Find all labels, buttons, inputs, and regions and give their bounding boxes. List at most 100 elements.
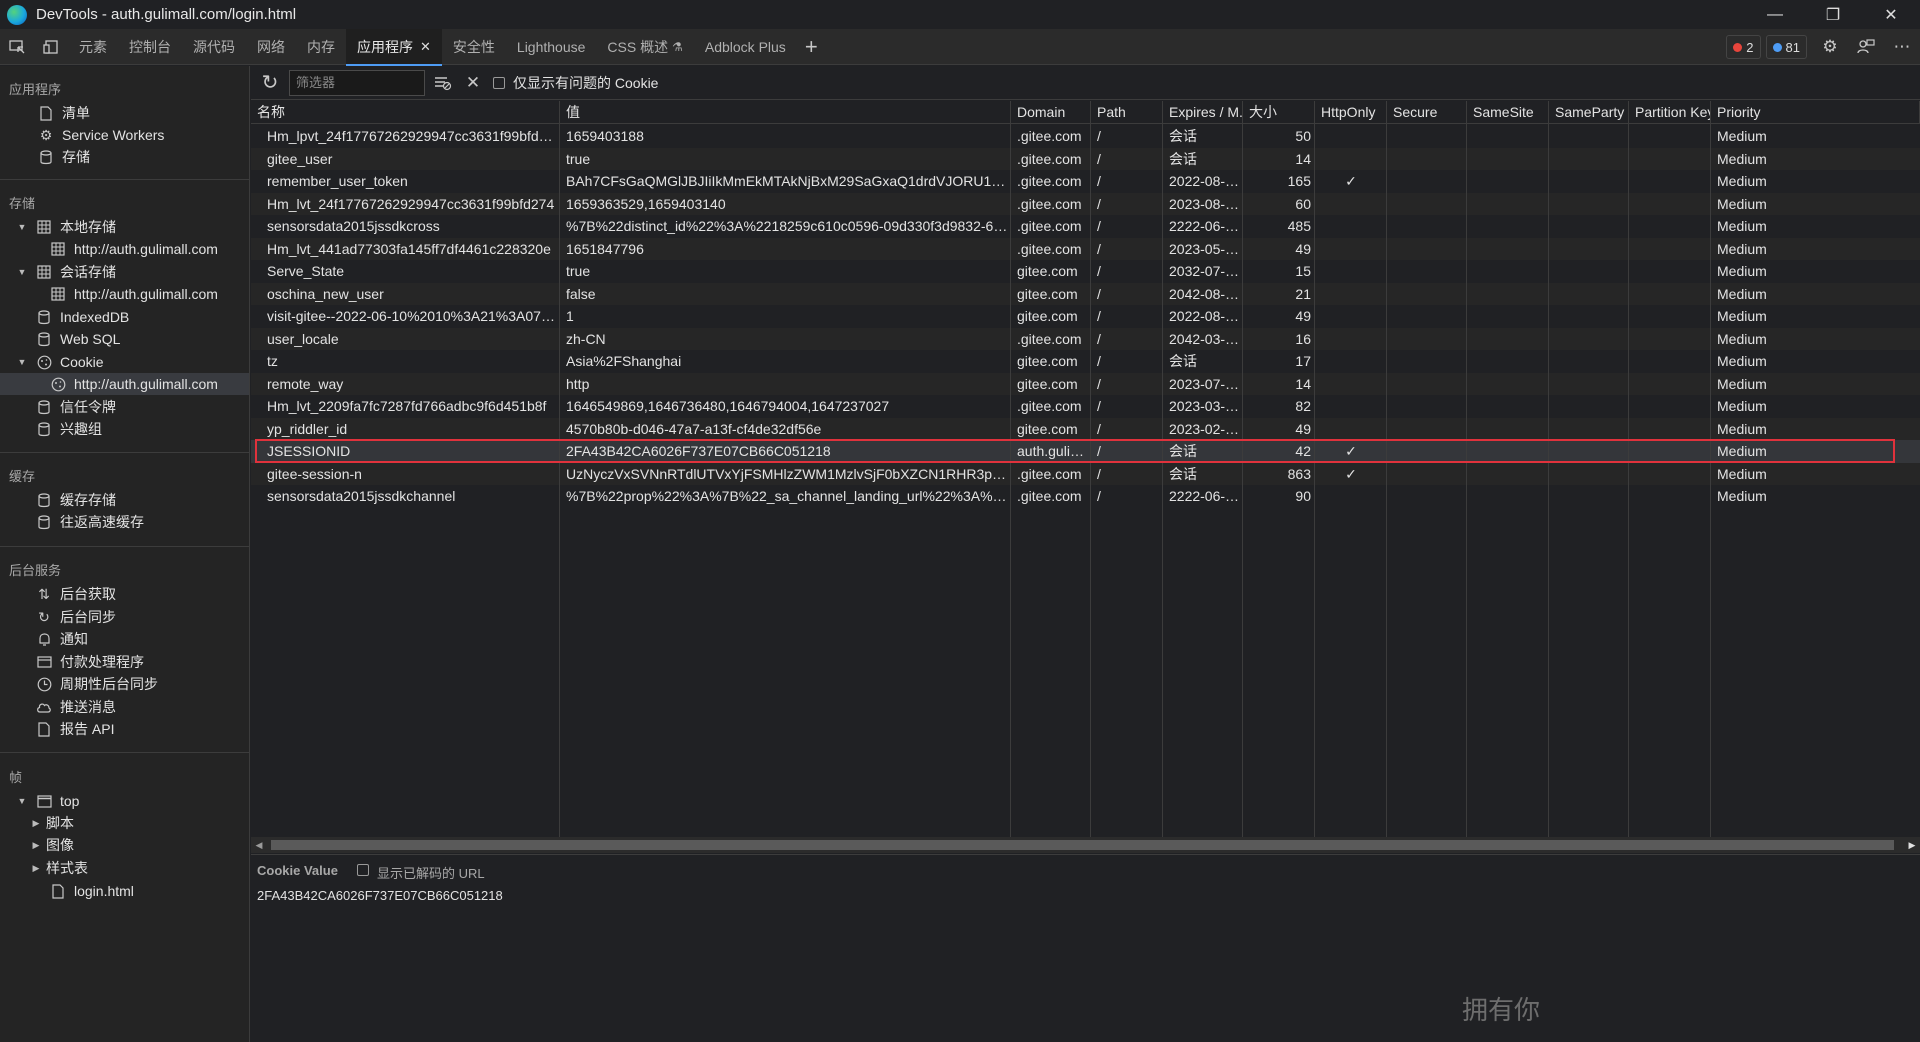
tab-adblock-plus[interactable]: Adblock Plus <box>694 29 797 65</box>
collapse-arrow-icon[interactable]: ▶ <box>30 840 42 851</box>
header-col-expires[interactable]: Expires / M... <box>1163 101 1243 124</box>
sidebar-item-local-storage-origin[interactable]: http://auth.gulimall.com <box>0 238 249 260</box>
sidebar-item-manifest[interactable]: 清单 <box>0 102 249 124</box>
sidebar-item-background-fetch[interactable]: ⇅ 后台获取 <box>0 583 249 605</box>
column-divider[interactable] <box>1548 101 1549 837</box>
table-row[interactable]: Serve_State true gitee.com / 2032-07-19... 15… <box>251 260 1920 283</box>
clear-filtered-cookies-icon[interactable] <box>425 66 461 100</box>
table-row[interactable]: Hm_lvt_24f17767262929947cc3631f99bfd274 1… <box>251 192 1920 215</box>
more-tabs-plus-icon[interactable]: + <box>805 34 818 60</box>
table-row[interactable]: yp_riddler_id 4570b80b-d046-47a7-a13f-cf4… <box>251 417 1920 440</box>
column-divider[interactable] <box>1162 101 1163 837</box>
show-decoded-url-checkbox[interactable] <box>357 864 369 876</box>
minimize-button[interactable]: — <box>1746 0 1804 29</box>
sidebar-item-cache-storage[interactable]: 缓存存储 <box>0 489 249 511</box>
sidebar-item-cookie-origin[interactable]: http://auth.gulimall.com <box>0 373 249 395</box>
header-col-samesite[interactable]: SameSite <box>1467 101 1549 124</box>
column-divider[interactable] <box>1466 101 1467 837</box>
expand-arrow-icon[interactable]: ▼ <box>16 222 28 232</box>
header-col-path[interactable]: Path <box>1091 101 1163 124</box>
cookie-value-text[interactable]: 2FA43B42CA6026F737E07CB66C051218 <box>257 888 503 903</box>
table-row[interactable]: remote_way http gitee.com / 2023-07-27... 14 M… <box>251 372 1920 395</box>
sidebar-item-background-sync[interactable]: ↻ 后台同步 <box>0 606 249 628</box>
sidebar-item-bfcache[interactable]: 往返高速缓存 <box>0 511 249 533</box>
column-divider[interactable] <box>1010 101 1011 837</box>
tab-application[interactable]: 应用程序 ✕ <box>346 28 442 66</box>
feedback-icon[interactable] <box>1848 29 1884 65</box>
sidebar-item-scripts[interactable]: ▶ 脚本 <box>0 812 249 834</box>
table-row[interactable]: tz Asia%2FShanghai gitee.com / 会话 17 Medium <box>251 350 1920 373</box>
expand-arrow-icon[interactable]: ▼ <box>16 357 28 367</box>
table-row[interactable]: remember_user_token BAh7CFsGaQMGlJBJIiIkM… <box>251 170 1920 193</box>
close-window-button[interactable]: ✕ <box>1862 0 1920 29</box>
sidebar-item-cookie[interactable]: ▼ Cookie <box>0 351 249 373</box>
header-col-httponly[interactable]: HttpOnly <box>1315 101 1387 124</box>
sidebar-item-websql[interactable]: Web SQL <box>0 328 249 350</box>
only-issues-checkbox[interactable] <box>493 76 505 89</box>
scroll-left-arrow-icon[interactable]: ◀ <box>251 837 267 853</box>
header-col-value[interactable]: 值 <box>560 101 1011 124</box>
column-divider[interactable] <box>1710 101 1711 837</box>
tab-console[interactable]: 控制台 <box>118 29 182 65</box>
sidebar-item-payment-handler[interactable]: 付款处理程序 <box>0 651 249 673</box>
inspect-element-icon[interactable] <box>0 29 34 65</box>
sidebar-item-service-workers[interactable]: ⚙ Service Workers <box>0 124 249 146</box>
filter-input[interactable] <box>289 69 425 96</box>
table-row[interactable]: oschina_new_user false gitee.com / 2042-08-0… <box>251 282 1920 305</box>
sidebar-item-session-storage[interactable]: ▼ 会话存储 <box>0 261 249 283</box>
column-divider[interactable] <box>1090 101 1091 837</box>
expand-arrow-icon[interactable]: ▼ <box>16 796 28 806</box>
sidebar-item-interest-groups[interactable]: 兴趣组 <box>0 418 249 440</box>
more-options-icon[interactable]: ⋯ <box>1884 29 1920 65</box>
tab-sources[interactable]: 源代码 <box>182 29 246 65</box>
scroll-right-arrow-icon[interactable]: ▶ <box>1904 837 1920 853</box>
sidebar-item-login-html[interactable]: login.html <box>0 880 249 902</box>
message-count-badge[interactable]: 81 <box>1765 35 1807 59</box>
sidebar-item-frame-top[interactable]: ▼ top <box>0 790 249 812</box>
tab-css-overview[interactable]: CSS 概述 ⚗ <box>596 29 693 65</box>
sidebar-item-stylesheets[interactable]: ▶ 样式表 <box>0 857 249 879</box>
column-divider[interactable] <box>1314 101 1315 837</box>
header-col-domain[interactable]: Domain <box>1011 101 1091 124</box>
column-divider[interactable] <box>1242 101 1243 837</box>
sidebar-item-notifications[interactable]: 通知 <box>0 628 249 650</box>
table-row[interactable]: visit-gitee--2022-06-10%2010%3A21%3A07%.… <box>251 305 1920 328</box>
header-col-secure[interactable]: Secure <box>1387 101 1467 124</box>
sidebar-item-indexeddb[interactable]: IndexedDB <box>0 306 249 328</box>
header-col-partition-key[interactable]: Partition Key <box>1629 101 1711 124</box>
collapse-arrow-icon[interactable]: ▶ <box>30 863 42 874</box>
device-toolbar-icon[interactable] <box>34 29 68 65</box>
table-row[interactable]: Hm_lpvt_24f17767262929947cc3631f99bfd274… <box>251 125 1920 148</box>
scrollbar-thumb[interactable] <box>271 840 1894 850</box>
collapse-arrow-icon[interactable]: ▶ <box>30 818 42 829</box>
error-count-badge[interactable]: 2 <box>1726 35 1761 59</box>
sidebar-item-local-storage[interactable]: ▼ 本地存储 <box>0 216 249 238</box>
sidebar-item-push-messaging[interactable]: 推送消息 <box>0 696 249 718</box>
sidebar-item-periodic-sync[interactable]: 周期性后台同步 <box>0 673 249 695</box>
table-row[interactable]: gitee-session-n UzNyczVxSVNnRTdlUTVxYjFSM… <box>251 462 1920 485</box>
refresh-icon[interactable]: ↻ <box>251 66 289 100</box>
table-row[interactable]: sensorsdata2015jssdkchannel %7B%22prop%22… <box>251 485 1920 508</box>
sidebar-item-images[interactable]: ▶ 图像 <box>0 834 249 856</box>
column-divider[interactable] <box>559 101 560 837</box>
table-row[interactable]: JSESSIONID 2FA43B42CA6026F737E07CB66C0512… <box>251 440 1920 463</box>
expand-arrow-icon[interactable]: ▼ <box>16 267 28 277</box>
restore-button[interactable]: ❐ <box>1804 0 1862 29</box>
tab-elements[interactable]: 元素 <box>68 29 118 65</box>
column-divider[interactable] <box>1386 101 1387 837</box>
header-col-size[interactable]: 大小 <box>1243 101 1315 124</box>
table-row[interactable]: sensorsdata2015jssdkcross %7B%22distinct_… <box>251 215 1920 238</box>
close-tab-icon[interactable]: ✕ <box>420 39 431 55</box>
sidebar-item-storage[interactable]: 存储 <box>0 146 249 168</box>
sidebar-item-session-storage-origin[interactable]: http://auth.gulimall.com <box>0 283 249 305</box>
column-divider[interactable] <box>1628 101 1629 837</box>
clear-all-x-icon[interactable]: ✕ <box>461 66 485 100</box>
header-col-sameparty[interactable]: SameParty <box>1549 101 1629 124</box>
sidebar-item-reporting-api[interactable]: 报告 API <box>0 718 249 740</box>
table-row[interactable]: Hm_lvt_441ad77303fa145ff7df4461c228320e 1… <box>251 237 1920 260</box>
tab-network[interactable]: 网络 <box>246 29 296 65</box>
horizontal-scrollbar[interactable]: ◀ ▶ <box>251 837 1920 853</box>
table-row[interactable]: gitee_user true .gitee.com / 会话 14 Medium <box>251 147 1920 170</box>
sidebar-item-trust-tokens[interactable]: 信任令牌 <box>0 396 249 418</box>
header-col-name[interactable]: 名称 <box>251 101 560 124</box>
